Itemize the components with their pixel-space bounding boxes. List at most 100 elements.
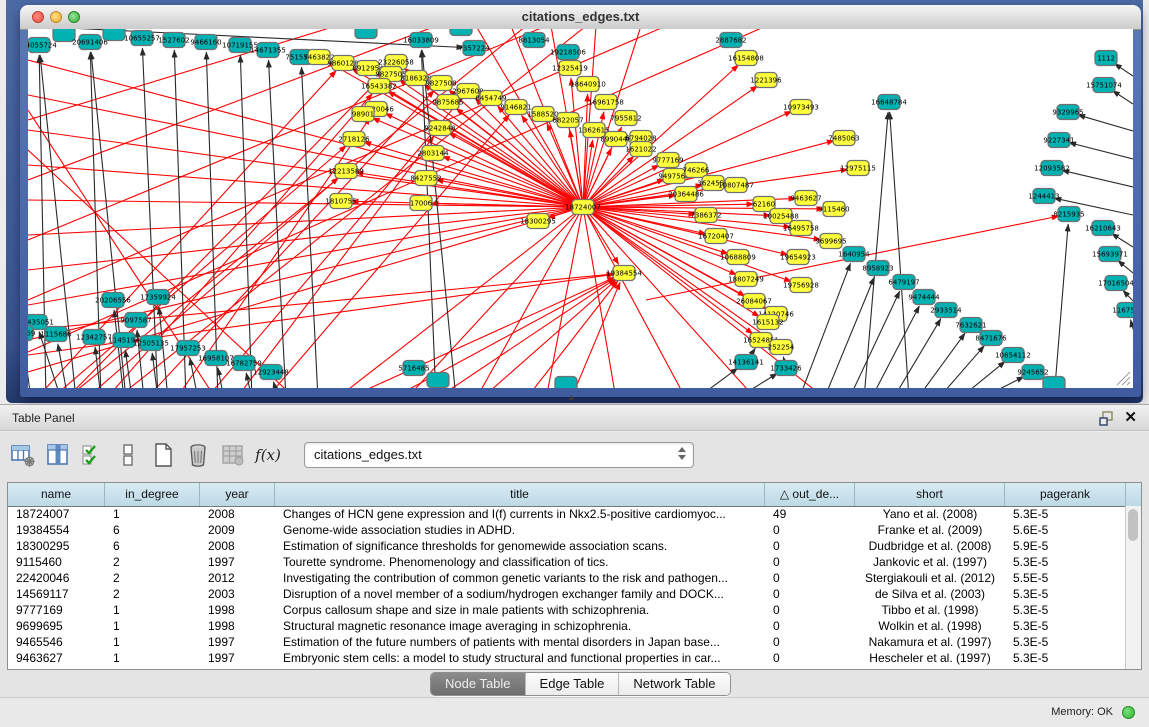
graph-node[interactable]: 9115460 bbox=[818, 202, 849, 217]
graph-node[interactable]: 8958923 bbox=[862, 261, 893, 276]
graph-node[interactable]: 9227341 bbox=[1043, 133, 1074, 148]
graph-node[interactable]: 18640910 bbox=[570, 77, 606, 92]
graph-node[interactable]: 12093582 bbox=[1034, 161, 1070, 176]
graph-edge[interactable] bbox=[938, 346, 984, 388]
column-header-name[interactable]: name bbox=[8, 483, 105, 506]
graph-node[interactable] bbox=[1043, 377, 1065, 389]
graph-node[interactable]: 16210643 bbox=[1085, 221, 1121, 236]
graph-node[interactable]: 26084067 bbox=[736, 294, 772, 309]
graph-edge[interactable] bbox=[1123, 290, 1133, 301]
graph-edge[interactable] bbox=[346, 277, 615, 388]
graph-edge[interactable] bbox=[1054, 224, 1068, 388]
graph-node[interactable]: 2718126 bbox=[338, 132, 370, 147]
graph-node[interactable]: 8471676 bbox=[975, 331, 1007, 346]
column-header-pagerank[interactable]: pagerank bbox=[1005, 483, 1126, 506]
table-mode-icon[interactable] bbox=[115, 442, 141, 468]
graph-node[interactable]: 1810755 bbox=[325, 194, 356, 209]
graph-edge[interactable] bbox=[406, 207, 583, 388]
graph-node[interactable]: 1167533 bbox=[1112, 303, 1133, 318]
table-row[interactable]: 969969511998Structural magnetic resonanc… bbox=[8, 618, 1126, 634]
network-canvas[interactable]: 2405572420691406106552571527602946616010… bbox=[28, 29, 1133, 388]
graph-node[interactable]: 10688809 bbox=[720, 250, 756, 265]
graph-edge[interactable] bbox=[240, 55, 252, 388]
graph-node[interactable]: 9466160 bbox=[190, 35, 221, 50]
graph-node[interactable]: 1621022 bbox=[625, 142, 656, 157]
graph-edge[interactable] bbox=[125, 350, 132, 388]
graph-edge[interactable] bbox=[571, 78, 583, 207]
graph-edge[interactable] bbox=[849, 291, 900, 388]
scrollbar-thumb[interactable] bbox=[1128, 509, 1138, 541]
graph-node[interactable]: 16648784 bbox=[871, 95, 907, 110]
graph-node[interactable]: 9329965 bbox=[1052, 105, 1083, 120]
graph-node[interactable]: 1244413 bbox=[1028, 189, 1059, 204]
column-header-short[interactable]: short bbox=[855, 483, 1005, 506]
delete-icon[interactable] bbox=[185, 442, 211, 468]
graph-edge[interactable] bbox=[116, 29, 586, 388]
graph-node[interactable]: 8215935 bbox=[1053, 207, 1084, 222]
graph-edge[interactable] bbox=[1131, 320, 1133, 329]
graph-node[interactable]: 12975115 bbox=[840, 161, 876, 176]
function-builder-icon[interactable]: f(x) bbox=[255, 442, 281, 468]
graph-node[interactable]: 19218506 bbox=[550, 45, 586, 60]
graph-node[interactable]: 7955812 bbox=[610, 111, 641, 126]
graph-node[interactable] bbox=[103, 29, 125, 41]
graph-node[interactable]: 9097587 bbox=[120, 313, 151, 328]
graph-edge[interactable] bbox=[1114, 64, 1133, 76]
new-document-icon[interactable] bbox=[150, 442, 176, 468]
graph-edge[interactable] bbox=[28, 60, 583, 207]
graph-node[interactable]: 2887682 bbox=[715, 33, 746, 48]
graph-node[interactable] bbox=[355, 29, 377, 39]
graph-edge[interactable] bbox=[449, 133, 583, 207]
graph-node[interactable] bbox=[555, 377, 577, 389]
table-settings-icon[interactable] bbox=[10, 442, 36, 468]
graph-node[interactable]: 1527602 bbox=[158, 33, 189, 48]
show-columns-icon[interactable] bbox=[45, 442, 71, 468]
graph-node[interactable] bbox=[450, 29, 472, 36]
graph-node[interactable]: 15751074 bbox=[1086, 78, 1122, 93]
graph-node[interactable]: 7485063 bbox=[828, 131, 859, 146]
graph-edge[interactable] bbox=[1069, 142, 1133, 159]
graph-edge[interactable] bbox=[696, 368, 738, 388]
graph-edge[interactable] bbox=[1111, 233, 1133, 247]
graph-edge[interactable] bbox=[28, 343, 31, 388]
table-row[interactable]: 911546021997Tourette syndrome. Phenomeno… bbox=[8, 554, 1126, 570]
graph-node[interactable]: 252254 bbox=[768, 340, 795, 355]
graph-node[interactable]: 17006 bbox=[410, 196, 433, 211]
graph-node[interactable]: 7386372 bbox=[690, 208, 721, 223]
graph-edge[interactable] bbox=[871, 306, 919, 388]
column-checks-icon[interactable] bbox=[80, 442, 106, 468]
graph-node[interactable]: 15693971 bbox=[1092, 247, 1128, 262]
splitter-handle[interactable]: ▲ bbox=[567, 392, 576, 402]
graph-node[interactable]: 12342757 bbox=[76, 330, 112, 345]
float-panel-icon[interactable] bbox=[1099, 411, 1115, 426]
graph-node[interactable]: 2933514 bbox=[930, 303, 962, 318]
graph-node[interactable]: 1733426 bbox=[770, 361, 802, 376]
graph-edge[interactable] bbox=[269, 60, 286, 388]
graph-edge[interactable] bbox=[959, 361, 1005, 388]
graph-edge[interactable] bbox=[301, 67, 318, 388]
graph-node[interactable]: 20206556 bbox=[95, 293, 131, 308]
graph-edge[interactable] bbox=[1112, 90, 1133, 104]
graph-node[interactable]: 18300295 bbox=[520, 214, 556, 229]
graph-node[interactable]: 10654112 bbox=[995, 348, 1031, 363]
table-row[interactable]: 977716911998Corpus callosum shape and si… bbox=[8, 602, 1126, 618]
graph-edge[interactable] bbox=[546, 207, 583, 388]
graph-node[interactable]: 6479197 bbox=[888, 275, 919, 290]
table-selector-dropdown[interactable]: citations_edges.txt bbox=[304, 442, 694, 468]
graph-edge[interactable] bbox=[206, 99, 462, 388]
graph-node[interactable]: 9463627 bbox=[790, 191, 821, 206]
graph-node[interactable]: 7632621 bbox=[955, 318, 986, 333]
table-row[interactable]: 1830029562008Estimation of significance … bbox=[8, 538, 1126, 554]
graph-edge[interactable] bbox=[28, 150, 296, 388]
graph-node[interactable]: 1640954 bbox=[838, 247, 870, 262]
graph-node[interactable]: 16154808 bbox=[728, 51, 764, 66]
graph-node[interactable]: 9875685 bbox=[432, 95, 463, 110]
graph-edge[interactable] bbox=[1118, 260, 1133, 273]
graph-edge[interactable] bbox=[218, 368, 224, 388]
tab-network-table[interactable]: Network Table bbox=[619, 673, 729, 695]
table-row[interactable]: 1872400712008Changes of HCN gene express… bbox=[8, 506, 1126, 522]
graph-edge[interactable] bbox=[206, 52, 218, 388]
column-header-out_de[interactable]: △ out_de... bbox=[765, 483, 855, 506]
graph-node[interactable]: 14136141 bbox=[728, 355, 764, 370]
resize-handle-icon[interactable] bbox=[1115, 370, 1131, 386]
